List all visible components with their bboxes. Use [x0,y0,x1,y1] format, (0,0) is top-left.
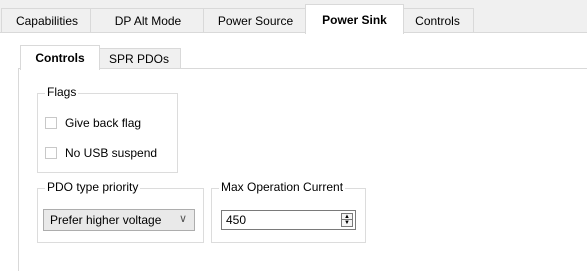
tab-controls[interactable]: Controls [401,8,474,33]
tab-dp-alt-mode[interactable]: DP Alt Mode [90,8,206,33]
pdo-type-priority-value: Prefer higher voltage [50,213,162,227]
max-operation-current-title: Max Operation Current [219,180,346,194]
tab-capabilities[interactable]: Capabilities [1,8,93,33]
pdo-type-priority-select[interactable]: Prefer higher voltage ∨ [43,209,195,231]
chevron-down-icon: ∨ [178,213,187,225]
flags-group-title: Flags [45,85,79,99]
inner-tab-spr-pdos[interactable]: SPR PDOs [97,48,181,69]
spin-buttons: ▲ ▼ [341,213,353,227]
give-back-flag-checkbox-row[interactable]: Give back flag [45,116,141,130]
give-back-flag-checkbox[interactable] [45,117,57,129]
inner-tab-controls[interactable]: Controls [20,45,100,70]
no-usb-suspend-checkbox-row[interactable]: No USB suspend [45,146,157,160]
flags-group: Flags Give back flag No USB suspend [37,85,178,173]
pdo-type-priority-title: PDO type priority [45,180,141,194]
outer-tab-strip: Capabilities DP Alt Mode Power Source Po… [0,0,587,34]
tab-power-source[interactable]: Power Source [203,8,308,33]
max-operation-current-value: 450 [226,213,247,227]
give-back-flag-label: Give back flag [65,116,142,130]
max-operation-current-spinbox[interactable]: 450 ▲ ▼ [221,210,356,230]
pdo-type-priority-group: PDO type priority Prefer higher voltage … [37,180,204,243]
tab-power-sink[interactable]: Power Sink [305,4,404,34]
spin-down-arrow-icon[interactable]: ▼ [342,219,352,226]
max-operation-current-group: Max Operation Current 450 ▲ ▼ [211,180,366,243]
no-usb-suspend-checkbox[interactable] [45,147,57,159]
no-usb-suspend-label: No USB suspend [65,146,158,160]
